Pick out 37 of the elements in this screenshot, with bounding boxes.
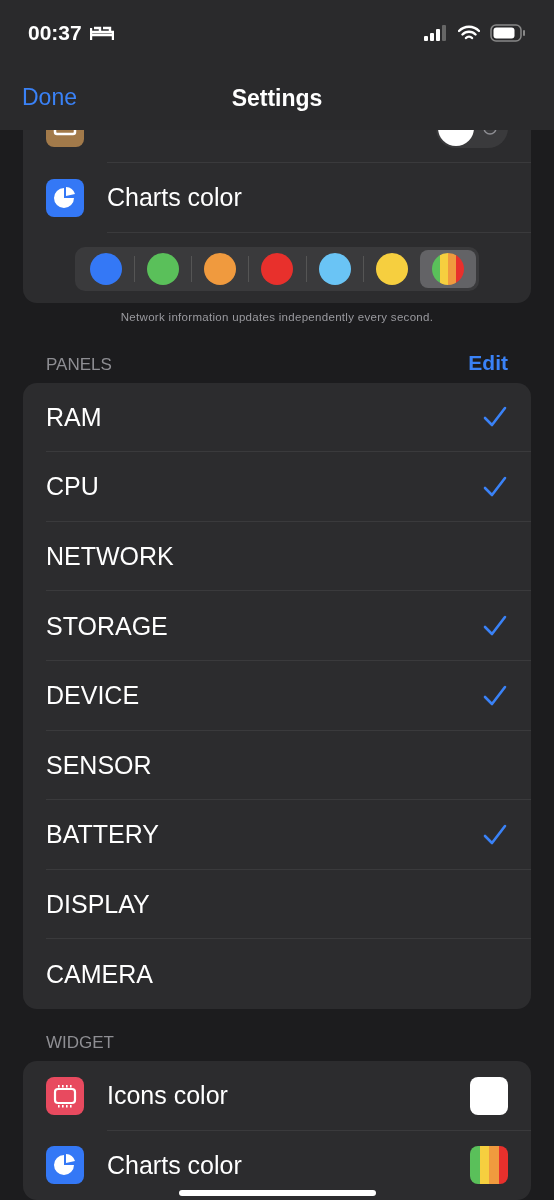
panel-label[interactable]: STORAGE bbox=[46, 611, 482, 641]
pie-chart-icon bbox=[46, 178, 84, 217]
panel-label[interactable]: DEVICE bbox=[46, 681, 482, 711]
setting-label: Charts color bbox=[107, 1150, 243, 1180]
setting-label: Charts color bbox=[107, 183, 243, 213]
section-header: WIDGET bbox=[46, 1032, 114, 1053]
panel-label[interactable]: SENSOR bbox=[46, 750, 508, 780]
color-swatch[interactable] bbox=[90, 252, 123, 285]
panel-label[interactable]: BATTERY bbox=[46, 820, 482, 850]
panel-label[interactable]: RAM bbox=[46, 402, 482, 432]
edit-button[interactable]: Edit bbox=[468, 350, 508, 375]
setting-label: Icons color bbox=[107, 1081, 229, 1111]
color-swatch[interactable] bbox=[318, 252, 351, 285]
multicolor-swatch[interactable] bbox=[431, 252, 464, 285]
panel-label[interactable]: NETWORK bbox=[46, 542, 508, 572]
color-swatch[interactable] bbox=[261, 252, 294, 285]
multicolor-swatch[interactable] bbox=[470, 1146, 508, 1185]
done-button[interactable]: Done bbox=[22, 84, 77, 111]
pie-chart-icon bbox=[46, 1146, 84, 1185]
toggle-switch[interactable] bbox=[436, 130, 508, 148]
footer-note: Network information updates independently every second. bbox=[119, 310, 435, 323]
screen-title: Settings bbox=[231, 84, 323, 112]
signal-icon bbox=[424, 25, 448, 41]
drive-icon bbox=[46, 130, 84, 147]
color-swatch[interactable] bbox=[204, 252, 237, 285]
panel-label[interactable]: CPU bbox=[46, 472, 482, 502]
panel-label[interactable]: DISPLAY bbox=[46, 890, 508, 920]
status-time: 00:37 bbox=[28, 21, 82, 45]
section-header: PANELS bbox=[46, 354, 112, 375]
color-swatch[interactable] bbox=[147, 252, 180, 285]
panel-label[interactable]: CAMERA bbox=[46, 959, 508, 989]
bed-icon bbox=[89, 24, 114, 42]
chip-icon bbox=[46, 1076, 84, 1115]
battery-icon bbox=[490, 24, 526, 42]
color-swatch[interactable] bbox=[375, 252, 408, 285]
wifi-icon bbox=[458, 25, 480, 41]
color-swatch[interactable] bbox=[470, 1076, 508, 1115]
